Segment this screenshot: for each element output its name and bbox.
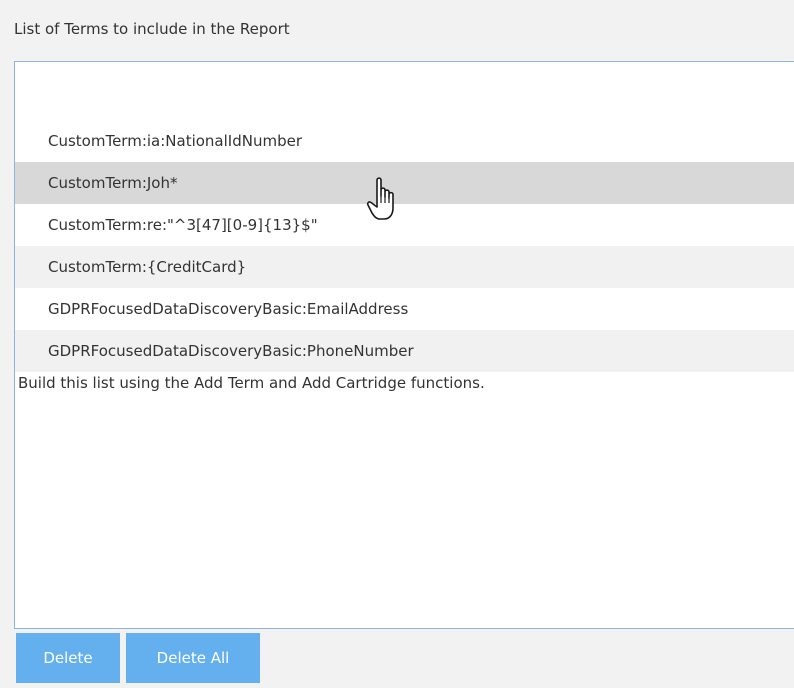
delete-button[interactable]: Delete	[16, 633, 120, 683]
hand-pointer-icon	[366, 177, 394, 220]
terms-list: CustomTerm:ia:NationalIdNumber CustomTer…	[15, 120, 794, 372]
list-item[interactable]: CustomTerm:{CreditCard}	[15, 246, 794, 288]
list-item[interactable]: GDPRFocusedDataDiscoveryBasic:PhoneNumbe…	[15, 330, 794, 372]
list-hint-text: Build this list using the Add Term and A…	[18, 374, 485, 392]
terms-listbox[interactable]: CustomTerm:ia:NationalIdNumber CustomTer…	[14, 61, 794, 629]
list-item[interactable]: CustomTerm:ia:NationalIdNumber	[15, 120, 794, 162]
list-item[interactable]: CustomTerm:Joh*	[15, 162, 794, 204]
delete-all-button[interactable]: Delete All	[126, 633, 260, 683]
list-item[interactable]: GDPRFocusedDataDiscoveryBasic:EmailAddre…	[15, 288, 794, 330]
panel-title: List of Terms to include in the Report	[14, 20, 290, 38]
terms-panel: List of Terms to include in the Report C…	[0, 0, 794, 688]
list-item[interactable]: CustomTerm:re:"^3[47][0-9]{13}$"	[15, 204, 794, 246]
